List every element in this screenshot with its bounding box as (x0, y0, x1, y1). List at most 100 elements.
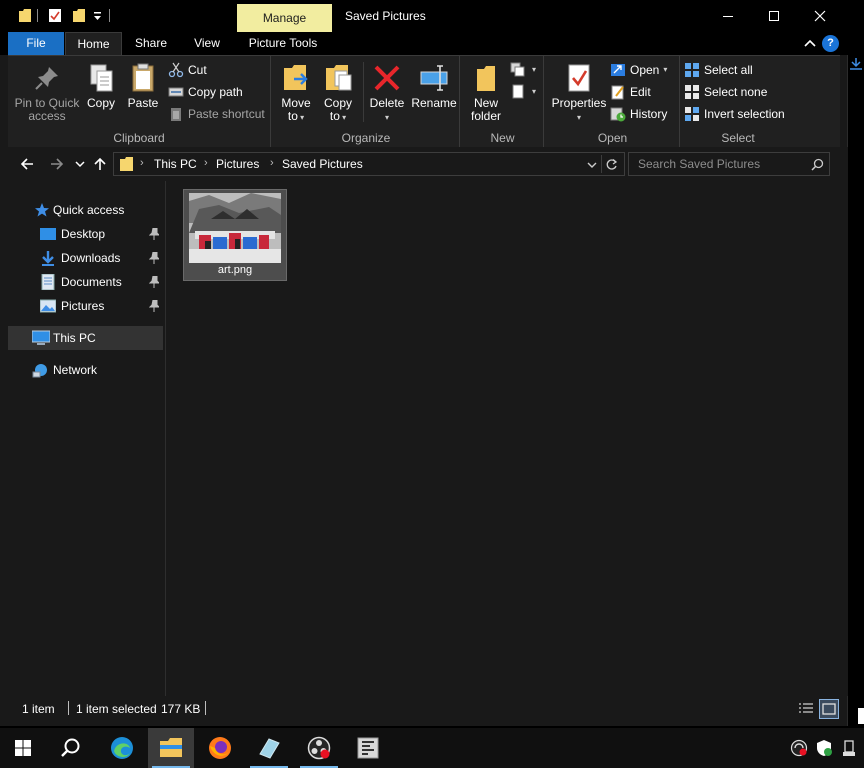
new-folder-icon[interactable] (72, 8, 86, 23)
open-caret: ▾ (663, 65, 668, 74)
nav-item-documents[interactable]: Documents (8, 270, 163, 294)
organize-group: Move to ▾ Copy to ▾ Delete ▾ Rename Orga… (273, 56, 460, 148)
usb-device-icon[interactable] (840, 739, 858, 757)
nav-item-this-pc[interactable]: This PC (8, 326, 163, 350)
nav-item-quick-access[interactable]: Quick access (8, 198, 163, 222)
pin-icon[interactable] (149, 300, 159, 312)
vertical-scrollbar[interactable] (840, 147, 848, 696)
tab-file[interactable]: File (8, 32, 64, 55)
refresh-icon[interactable] (605, 158, 618, 171)
search-box[interactable]: Search Saved Pictures (628, 152, 830, 176)
properties-button[interactable]: Properties ▾ (550, 62, 608, 124)
history-button[interactable]: History (610, 104, 667, 124)
nav-label: Downloads (61, 251, 121, 265)
app-taskbar-button-2[interactable] (345, 728, 391, 768)
ribbon-tab-row: File Home Share View Picture Tools ? (0, 32, 848, 56)
select-all-icon (685, 63, 699, 77)
new-folder-label-line2: folder (470, 109, 502, 123)
download-icon[interactable] (849, 57, 863, 71)
open-button[interactable]: Open ▾ (610, 60, 667, 80)
file-list-pane[interactable]: art.png (165, 181, 840, 696)
pin-label-line2: access (28, 109, 66, 123)
paste-button[interactable]: Paste (126, 62, 160, 110)
open-icon (611, 64, 625, 76)
nav-label: Pictures (61, 299, 105, 313)
search-taskbar-button[interactable] (48, 728, 94, 768)
edit-button[interactable]: Edit (610, 82, 651, 102)
delete-button[interactable]: Delete ▾ (369, 62, 405, 124)
breadcrumb-this-pc[interactable]: This PC (154, 157, 197, 171)
tray-app-icon[interactable] (790, 739, 808, 757)
address-dropdown-icon[interactable] (587, 160, 597, 170)
breadcrumb-separator: › (140, 157, 144, 169)
address-bar[interactable]: › This PC › Pictures › Saved Pictures (113, 152, 625, 176)
delete-caret: ▾ (384, 113, 389, 122)
arrow-up-icon (94, 157, 106, 170)
tab-view[interactable]: View (184, 32, 230, 55)
tab-home[interactable]: Home (65, 32, 122, 56)
tab-picture-tools[interactable]: Picture Tools (240, 32, 326, 55)
breadcrumb-saved-pictures[interactable]: Saved Pictures (282, 157, 363, 171)
select-all-button[interactable]: Select all (684, 60, 753, 80)
notes-app-icon (259, 738, 280, 759)
maximize-button[interactable] (751, 0, 797, 32)
select-none-button[interactable]: Select none (684, 82, 767, 102)
delete-label: Delete (369, 96, 405, 110)
new-item-button[interactable]: ▾ (510, 60, 536, 80)
recent-locations-button[interactable] (72, 156, 88, 172)
windows-logo-icon (15, 740, 31, 756)
file-item[interactable]: art.png (183, 189, 287, 281)
details-view-icon[interactable] (797, 700, 815, 718)
copy-to-button[interactable]: Copy to ▾ (321, 62, 355, 124)
pin-to-quick-access-button[interactable]: Pin to Quick access (14, 62, 80, 123)
file-explorer-taskbar-button[interactable] (148, 728, 194, 768)
copy-path-button[interactable]: Copy path (168, 82, 243, 102)
pin-icon[interactable] (149, 252, 159, 264)
firefox-taskbar-button[interactable] (197, 728, 243, 768)
invert-selection-button[interactable]: Invert selection (684, 104, 785, 124)
copy-path-label: Copy path (188, 85, 243, 99)
nav-label: Network (53, 363, 98, 377)
tab-share[interactable]: Share (128, 32, 174, 55)
help-icon[interactable]: ? (822, 35, 839, 52)
properties-icon (568, 64, 590, 92)
copy-button[interactable]: Copy (84, 62, 118, 110)
edge-taskbar-button[interactable] (99, 728, 145, 768)
history-label: History (630, 107, 668, 121)
nav-label: Quick access (53, 203, 125, 217)
paste-shortcut-button[interactable]: Paste shortcut (168, 104, 265, 124)
address-row: › This PC › Pictures › Saved Pictures Se… (8, 147, 840, 181)
app-taskbar-button[interactable] (246, 728, 292, 768)
new-folder-button[interactable]: New folder (468, 62, 504, 123)
forward-button[interactable] (49, 156, 65, 172)
delete-icon (374, 65, 400, 91)
nav-item-desktop[interactable]: Desktop (8, 222, 163, 246)
large-icons-view-button[interactable] (819, 699, 839, 719)
close-button[interactable] (797, 0, 843, 32)
move-to-button[interactable]: Move to ▾ (279, 62, 313, 124)
chevron-up-icon[interactable] (803, 36, 817, 50)
minimize-button[interactable] (705, 0, 751, 32)
navigation-pane: Quick access Desktop Downloads Documents… (8, 181, 165, 696)
obs-taskbar-button[interactable] (296, 728, 342, 768)
start-button[interactable] (0, 728, 46, 768)
chevron-down-icon (75, 161, 85, 168)
cut-button[interactable]: Cut (168, 60, 207, 80)
nav-item-pictures[interactable]: Pictures (8, 294, 163, 318)
nav-item-downloads[interactable]: Downloads (8, 246, 163, 270)
move-to-caret: ▾ (297, 113, 305, 122)
breadcrumb-pictures[interactable]: Pictures (216, 157, 259, 171)
nav-item-network[interactable]: Network (8, 358, 163, 382)
manage-context-tab[interactable]: Manage (237, 4, 332, 32)
folder-icon[interactable] (18, 8, 32, 23)
pin-icon[interactable] (149, 228, 159, 240)
back-button[interactable] (19, 156, 35, 172)
easy-access-button[interactable]: ▾ (510, 82, 536, 102)
properties-icon[interactable] (48, 8, 62, 23)
up-button[interactable] (92, 156, 108, 172)
rename-button[interactable]: Rename (411, 62, 457, 110)
pin-icon[interactable] (149, 276, 159, 288)
customize-toolbar-icon[interactable] (93, 12, 102, 21)
star-icon (35, 203, 49, 217)
security-shield-icon[interactable] (815, 739, 833, 757)
